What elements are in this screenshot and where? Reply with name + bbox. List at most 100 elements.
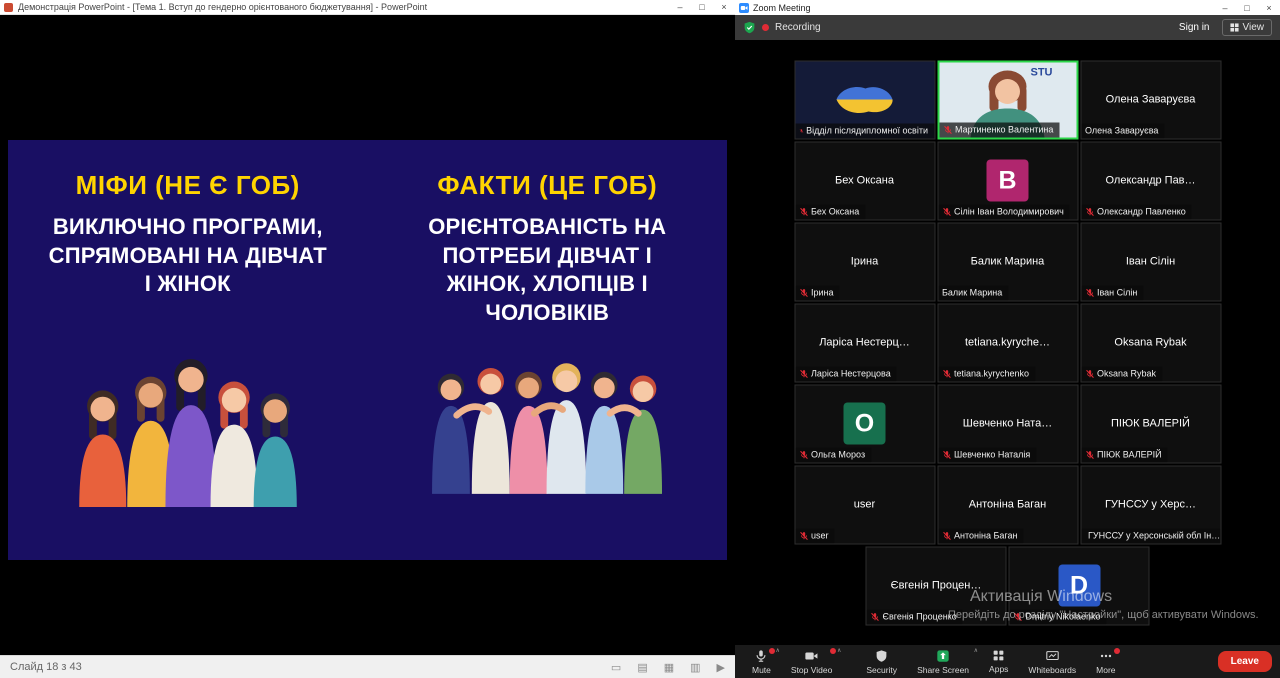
presentation-canvas: МІФИ (НЕ Є ГОБ) ВИКЛЮЧНО ПРОГРАМИ, СПРЯМ… bbox=[0, 15, 735, 655]
participant-label-text: user bbox=[811, 531, 829, 540]
participant-tile[interactable]: OОльга Мороз bbox=[794, 384, 935, 463]
muted-mic-icon bbox=[799, 531, 808, 540]
participant-label: Євгенія Проценко bbox=[867, 609, 963, 624]
stop-video-label: Stop Video bbox=[791, 665, 832, 675]
camera-icon bbox=[804, 649, 819, 663]
leave-button[interactable]: Leave bbox=[1218, 651, 1272, 672]
participant-label: ПІЮК ВАЛЕРІЙ bbox=[1081, 447, 1168, 462]
participant-tile[interactable]: Антоніна БаганАнтоніна Баган bbox=[937, 465, 1078, 544]
participant-tile[interactable]: Бех ОксанаБех Оксана bbox=[794, 141, 935, 220]
minimize-button[interactable]: – bbox=[1214, 0, 1236, 15]
apps-button[interactable]: Apps bbox=[980, 645, 1017, 678]
muted-mic-icon bbox=[942, 531, 951, 540]
facts-body-text: ОРІЄНТОВАНІСТЬ НА ПОТРЕБИ ДІВЧАТ І ЖІНОК… bbox=[428, 213, 666, 327]
normal-view-icon[interactable]: ▤ bbox=[637, 661, 647, 674]
slide-right-column: ФАКТИ (ЦЕ ГОБ) ОРІЄНТОВАНІСТЬ НА ПОТРЕБИ… bbox=[368, 140, 728, 560]
muted-mic-icon bbox=[1085, 450, 1094, 459]
powerpoint-titlebar: Демонстрація PowerPoint - [Тема 1. Вступ… bbox=[0, 0, 735, 15]
participant-tile[interactable]: Балик МаринаБалик Марина bbox=[937, 222, 1078, 301]
participant-tile[interactable]: tetiana.kyryche…tetiana.kyrychenko bbox=[937, 303, 1078, 382]
participant-label: user bbox=[795, 528, 835, 543]
participant-tile[interactable]: Іван СілінІван Сілін bbox=[1080, 222, 1221, 301]
chevron-up-icon[interactable]: ∧ bbox=[837, 647, 841, 654]
sign-in-link[interactable]: Sign in bbox=[1179, 22, 1210, 33]
powerpoint-statusbar: Слайд 18 з 43 ▭ ▤ ▦ ▥ ▶ bbox=[0, 655, 735, 678]
view-button[interactable]: View bbox=[1222, 19, 1273, 36]
participant-label: Бех Оксана bbox=[795, 204, 865, 219]
myths-heading: МІФИ (НЕ Є ГОБ) bbox=[76, 170, 300, 201]
zoom-window-title: Zoom Meeting bbox=[753, 3, 1214, 13]
participant-label-text: Сілін Іван Володимирович bbox=[954, 207, 1064, 216]
participant-tile[interactable]: useruser bbox=[794, 465, 935, 544]
participant-label-text: Oksana Rybak bbox=[1097, 369, 1156, 378]
mute-button[interactable]: ∧ Mute bbox=[743, 645, 780, 678]
participant-tile[interactable]: Ларіса Нестерц…Ларіса Нестерцова bbox=[794, 303, 935, 382]
slide-sorter-icon[interactable]: ▦ bbox=[664, 661, 674, 674]
participant-tile[interactable]: Oksana RybakOksana Rybak bbox=[1080, 303, 1221, 382]
whiteboard-icon bbox=[1045, 649, 1060, 663]
whiteboards-label: Whiteboards bbox=[1028, 665, 1076, 675]
chevron-up-icon[interactable]: ∧ bbox=[776, 647, 780, 654]
zoom-main-area: Відділ післядипломної освітиSTUМартиненк… bbox=[735, 40, 1280, 645]
participant-tile[interactable]: Олександр Пав…Олександр Павленко bbox=[1080, 141, 1221, 220]
participant-label: tetiana.kyrychenko bbox=[938, 366, 1035, 381]
minimize-button[interactable]: – bbox=[669, 0, 691, 14]
participant-label: Ірина bbox=[795, 285, 840, 300]
slideshow-icon[interactable]: ▶ bbox=[717, 661, 725, 674]
participant-label-text: Балик Марина bbox=[942, 288, 1002, 297]
recording-label: Recording bbox=[775, 22, 821, 33]
zoom-toolbar: ∧ Mute ∧ Stop Video Security ∧ Share Scr… bbox=[735, 645, 1280, 678]
participant-label: Іван Сілін bbox=[1081, 285, 1143, 300]
slide-counter: Слайд 18 з 43 bbox=[10, 661, 82, 673]
facts-heading: ФАКТИ (ЦЕ ГОБ) bbox=[437, 170, 657, 201]
maximize-button[interactable]: □ bbox=[1236, 0, 1258, 15]
zoom-header: Recording Sign in View bbox=[735, 15, 1280, 40]
reading-view-icon[interactable]: ▥ bbox=[690, 661, 700, 674]
participant-label-text: Ларіса Нестерцова bbox=[811, 369, 891, 378]
close-button[interactable]: × bbox=[713, 0, 735, 14]
mute-label: Mute bbox=[752, 665, 771, 675]
chevron-up-icon[interactable]: ∧ bbox=[974, 647, 978, 654]
participant-avatar: В bbox=[987, 160, 1029, 202]
participant-tile[interactable]: ПІЮК ВАЛЕРІЙПІЮК ВАЛЕРІЙ bbox=[1080, 384, 1221, 463]
comment-icon[interactable]: ▭ bbox=[611, 661, 621, 674]
participant-tile[interactable]: Олена ЗаваруєваОлена Заваруєва bbox=[1080, 60, 1221, 139]
security-button[interactable]: Security bbox=[857, 645, 906, 678]
participant-tile[interactable]: ГУНССУ у Херс…ГУНССУ у Херсонській обл І… bbox=[1080, 465, 1221, 544]
share-screen-button[interactable]: ∧ Share Screen bbox=[908, 645, 978, 678]
apps-label: Apps bbox=[989, 664, 1008, 674]
maximize-button[interactable]: □ bbox=[691, 0, 713, 14]
participant-label: Шевченко Наталія bbox=[938, 447, 1036, 462]
participant-label-text: Олександр Павленко bbox=[1097, 207, 1186, 216]
notification-dot bbox=[830, 648, 836, 654]
microphone-icon bbox=[754, 649, 768, 663]
view-label: View bbox=[1243, 22, 1265, 33]
window-controls: – □ × bbox=[1214, 0, 1280, 15]
security-label: Security bbox=[866, 665, 897, 675]
participant-label: Антоніна Баган bbox=[938, 528, 1023, 543]
participant-tile[interactable]: Відділ післядипломної освіти bbox=[794, 60, 935, 139]
participant-tile[interactable]: ІринаІрина bbox=[794, 222, 935, 301]
participant-tile[interactable]: STUМартиненко Валентина bbox=[937, 60, 1078, 139]
muted-mic-icon bbox=[799, 450, 808, 459]
participant-tile[interactable]: Шевченко Ната…Шевченко Наталія bbox=[937, 384, 1078, 463]
more-button[interactable]: More bbox=[1087, 645, 1124, 678]
encryption-shield-icon[interactable] bbox=[743, 21, 756, 34]
powerpoint-window-title: Демонстрація PowerPoint - [Тема 1. Вступ… bbox=[18, 2, 669, 12]
participant-label: Мартиненко Валентина bbox=[939, 122, 1059, 137]
muted-mic-icon bbox=[942, 207, 951, 216]
muted-mic-icon bbox=[1085, 288, 1094, 297]
participant-label: Балик Марина bbox=[938, 285, 1008, 300]
participant-tile[interactable]: DDmitriy Nikolaenko bbox=[1009, 546, 1150, 625]
notification-dot bbox=[769, 648, 775, 654]
close-button[interactable]: × bbox=[1258, 0, 1280, 15]
more-label: More bbox=[1096, 665, 1115, 675]
zoom-app-icon bbox=[739, 3, 749, 13]
participant-label-text: Олена Заваруєва bbox=[1085, 126, 1158, 135]
stop-video-button[interactable]: ∧ Stop Video bbox=[782, 645, 841, 678]
participant-tile[interactable]: Євгенія Процен…Євгенія Проценко bbox=[866, 546, 1007, 625]
participant-label: ГУНССУ у Херсонській обл Ін… bbox=[1081, 528, 1220, 543]
muted-mic-icon bbox=[799, 207, 808, 216]
whiteboards-button[interactable]: Whiteboards bbox=[1019, 645, 1085, 678]
participant-tile[interactable]: В Сілін Іван Володимирович bbox=[937, 141, 1078, 220]
